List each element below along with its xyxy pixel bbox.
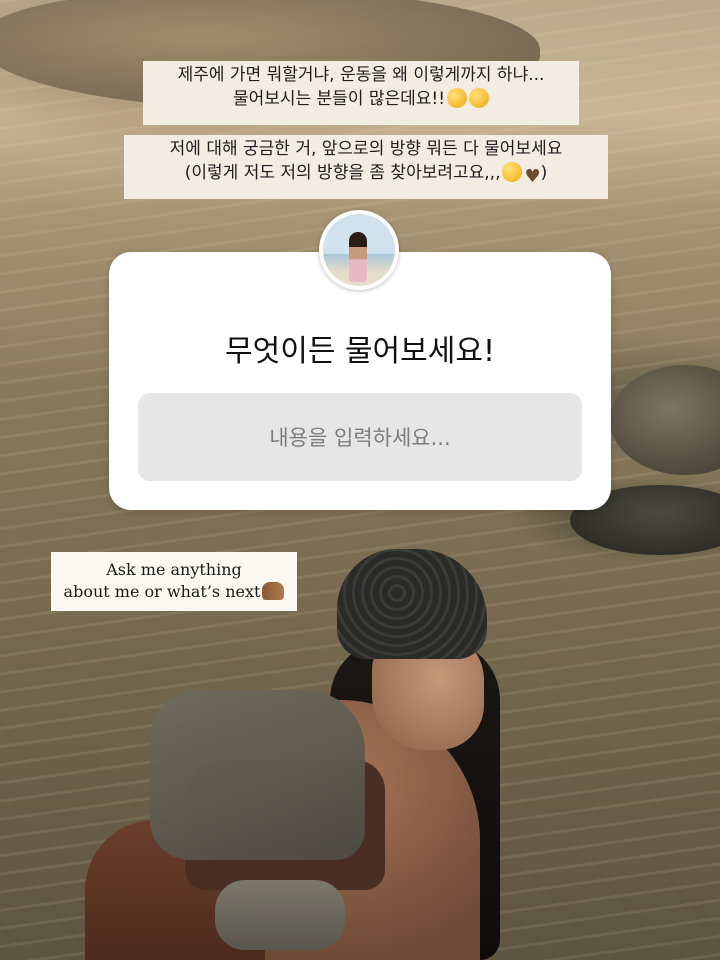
caption-line: 물어보시는 분들이 많은데요!! <box>149 87 573 111</box>
sticker-title: 무엇이든 물어보세요! <box>225 334 495 369</box>
question-input[interactable]: 내용을 입력하세요... <box>138 393 582 481</box>
story-caption-1: 제주에 가면 뭐할거냐, 운동을 왜 이렇게까지 하냐... 물어보시는 분들이… <box>143 61 579 125</box>
brown-heart-icon: ♥ <box>524 166 541 187</box>
raised-hands-icon <box>262 582 285 600</box>
hydration-vest <box>150 690 365 860</box>
story-caption-2: 저에 대해 궁금한 거, 앞으로의 방향 뭐든 다 물어보세요 (이렇게 저도 … <box>124 135 608 199</box>
caption-line: about me or what’s next <box>51 581 297 603</box>
english-caption: Ask me anything about me or what’s next <box>51 552 297 611</box>
avatar-photo <box>323 214 395 286</box>
story-canvas: 제주에 가면 뭐할거냐, 운동을 왜 이렇게까지 하냐... 물어보시는 분들이… <box>0 0 720 960</box>
caption-text: (이렇게 저도 저의 방향을 좀 찾아보려고요,,, <box>184 163 501 183</box>
caption-line: (이렇게 저도 저의 방향을 좀 찾아보려고요,,, ♥) <box>130 161 602 189</box>
caption-line: 저에 대해 궁금한 거, 앞으로의 방향 뭐든 다 물어보세요 <box>169 139 563 159</box>
caption-text: ) <box>540 163 548 183</box>
avatar-person-icon <box>349 232 367 282</box>
caption-line: Ask me anything <box>106 560 242 579</box>
caption-line: 제주에 가면 뭐할거냐, 운동을 왜 이렇게까지 하냐... <box>177 65 545 85</box>
profile-avatar <box>319 210 399 290</box>
question-sticker[interactable]: 무엇이든 물어보세요! 내용을 입력하세요... <box>109 252 611 510</box>
waist-pack <box>215 880 345 950</box>
input-placeholder: 내용을 입력하세요... <box>269 426 451 450</box>
kissing-face-icon <box>502 162 523 182</box>
flushed-face-icon <box>469 88 490 108</box>
flushed-face-icon <box>447 88 468 108</box>
caption-text: about me or what’s next <box>63 582 261 601</box>
caption-text: 물어보시는 분들이 많은데요!! <box>232 89 446 109</box>
